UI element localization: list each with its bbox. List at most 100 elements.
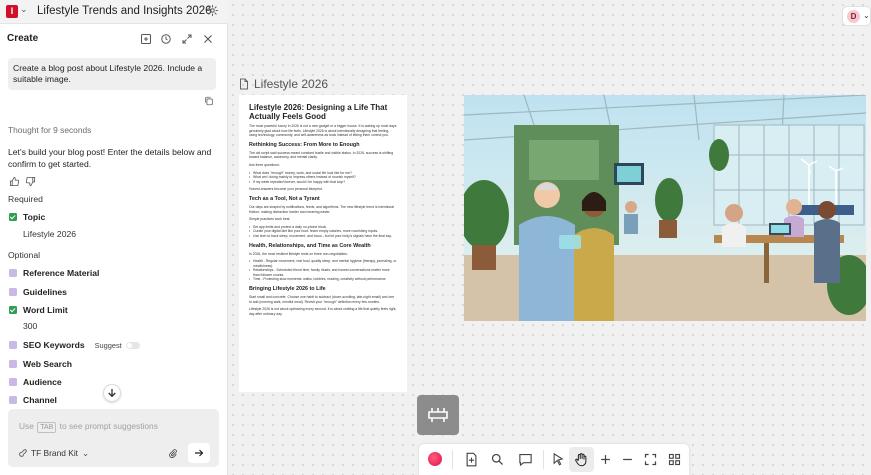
scroll-down-button[interactable] bbox=[103, 384, 121, 402]
channel-checkbox[interactable] bbox=[9, 396, 17, 404]
field-channel[interactable]: Channel bbox=[9, 394, 57, 406]
attach-icon[interactable] bbox=[168, 448, 178, 459]
page-icon bbox=[240, 78, 248, 90]
field-topic[interactable]: Topic bbox=[9, 211, 45, 223]
hand-icon bbox=[575, 453, 587, 467]
close-icon[interactable] bbox=[202, 33, 214, 45]
zoom-in-icon[interactable] bbox=[598, 452, 613, 467]
section-paragraph: Start small and concrete. Choose one hab… bbox=[249, 295, 395, 304]
audience-checkbox[interactable] bbox=[9, 378, 17, 386]
field-label: Web Search bbox=[23, 359, 73, 369]
bullet-list: Health - Regular movement, real food, qu… bbox=[249, 259, 397, 282]
fit-screen-icon[interactable] bbox=[643, 452, 658, 467]
top-bar: I ⌄ Lifestyle Trends and Insights 2026 bbox=[0, 0, 228, 24]
brand-kit-selector[interactable]: TF Brand Kit ⌄ bbox=[18, 448, 89, 458]
hand-tool-active[interactable] bbox=[569, 447, 594, 472]
gear-icon[interactable] bbox=[206, 4, 219, 17]
blog-image[interactable] bbox=[464, 95, 866, 321]
send-button[interactable] bbox=[188, 443, 210, 463]
web-search-checkbox[interactable] bbox=[9, 360, 17, 368]
list-item: Relationships - Scheduled friend time, f… bbox=[249, 268, 397, 277]
user-menu[interactable]: D ⌄ bbox=[842, 6, 871, 26]
search-icon[interactable] bbox=[490, 452, 505, 467]
thumbs-up-icon[interactable] bbox=[9, 176, 20, 187]
chevron-down-icon: ⌄ bbox=[863, 11, 870, 20]
arrow-right-icon bbox=[195, 449, 204, 457]
field-label: Topic bbox=[23, 212, 46, 222]
list-item: Use tech to track sleep, movement, and f… bbox=[249, 234, 397, 239]
new-chat-icon[interactable] bbox=[140, 33, 152, 45]
assistant-message: Let's build your blog post! Enter the de… bbox=[8, 147, 212, 169]
list-item: Health - Regular movement, real food, qu… bbox=[249, 259, 397, 268]
suggest-toggle[interactable] bbox=[125, 341, 140, 349]
comment-icon[interactable] bbox=[518, 452, 533, 467]
section-heading: Health, Relationships, and Time as Core … bbox=[249, 242, 371, 249]
history-icon[interactable] bbox=[160, 33, 172, 45]
suggest-label: Suggest bbox=[94, 340, 122, 350]
thumbs-down-icon[interactable] bbox=[25, 176, 36, 187]
expand-icon[interactable] bbox=[181, 33, 193, 45]
blog-article[interactable]: Lifestyle 2026: Designing a Life That Ac… bbox=[239, 95, 407, 392]
section-paragraph: The old script said success meant consta… bbox=[249, 150, 394, 160]
word-limit-value[interactable]: 300 bbox=[23, 321, 37, 331]
prompt-composer[interactable]: Use TAB to see prompt suggestions TF Bra… bbox=[8, 409, 219, 467]
article-intro: The most powerful luxury in 2026 is not … bbox=[249, 124, 397, 138]
article-title: Lifestyle 2026: Designing a Life That Ac… bbox=[249, 103, 388, 121]
arrow-down-icon bbox=[108, 389, 116, 398]
section-heading: Rethinking Success: From More to Enough bbox=[249, 141, 360, 148]
field-guidelines[interactable]: Guidelines bbox=[9, 286, 67, 298]
record-icon[interactable] bbox=[428, 452, 442, 466]
panel-title: Create bbox=[7, 33, 39, 44]
field-label: Reference Material bbox=[23, 268, 100, 278]
pointer-icon[interactable] bbox=[551, 452, 566, 467]
section-paragraph: Our days are shaped by notifications, fe… bbox=[249, 204, 394, 214]
page-title[interactable]: Lifestyle 2026 bbox=[239, 77, 328, 91]
section-heading: Tech as a Tool, Not a Tyrant bbox=[249, 195, 320, 202]
user-prompt-bubble: Create a blog post about Lifestyle 2026.… bbox=[8, 58, 216, 90]
section-paragraph: Ask three questions: bbox=[249, 162, 280, 167]
composer-placeholder[interactable]: Use TAB to see prompt suggestions bbox=[19, 421, 158, 433]
frame-tool-button[interactable] bbox=[417, 395, 459, 435]
copy-icon[interactable] bbox=[204, 96, 214, 106]
field-label: Guidelines bbox=[23, 287, 67, 297]
field-audience[interactable]: Audience bbox=[9, 376, 62, 388]
topic-value[interactable]: Lifestyle 2026 bbox=[23, 229, 76, 239]
brand-kit-label: TF Brand Kit bbox=[31, 448, 79, 458]
add-page-icon[interactable] bbox=[464, 452, 479, 467]
list-item: If my week repeated forever, would I be … bbox=[249, 180, 397, 185]
thought-duration[interactable]: Thought for 9 seconds bbox=[8, 125, 91, 135]
app-menu-chevron-icon[interactable]: ⌄ bbox=[20, 4, 28, 15]
section-paragraph: In 2026, the most resilient lifestyle re… bbox=[249, 251, 348, 256]
field-web-search[interactable]: Web Search bbox=[9, 358, 72, 370]
section-paragraph: Lifestyle 2026 is not about optimizing e… bbox=[249, 307, 397, 316]
app-logo[interactable]: I bbox=[6, 5, 18, 18]
tab-key-badge: TAB bbox=[37, 422, 57, 433]
field-word-limit[interactable]: Word Limit bbox=[9, 304, 68, 316]
section-closing: Honest answers become your personal blue… bbox=[249, 187, 323, 192]
toolbar-divider bbox=[452, 450, 453, 469]
field-seo-keywords[interactable]: SEO Keywords Suggest bbox=[9, 339, 140, 351]
reference-material-checkbox[interactable] bbox=[9, 269, 17, 277]
zoom-out-icon[interactable] bbox=[620, 452, 635, 467]
frame-icon bbox=[428, 408, 448, 422]
page-title-text: Lifestyle 2026 bbox=[254, 77, 329, 91]
create-panel: I ⌄ Lifestyle Trends and Insights 2026 C… bbox=[0, 0, 228, 475]
section-heading: Bringing Lifestyle 2026 to Life bbox=[249, 286, 326, 293]
field-reference-material[interactable]: Reference Material bbox=[9, 267, 99, 279]
office-illustration bbox=[464, 95, 866, 321]
field-label: Word Limit bbox=[23, 305, 68, 315]
topic-checkbox[interactable] bbox=[9, 213, 17, 221]
word-limit-checkbox[interactable] bbox=[9, 306, 17, 314]
hint-prefix: Use bbox=[19, 421, 34, 431]
hint-suffix: to see prompt suggestions bbox=[59, 421, 158, 431]
grid-icon[interactable] bbox=[667, 452, 682, 467]
canvas-toolbar bbox=[419, 444, 689, 475]
chevron-down-icon: ⌄ bbox=[82, 448, 90, 458]
document-title[interactable]: Lifestyle Trends and Insights 2026 bbox=[37, 5, 212, 17]
seo-keywords-checkbox[interactable] bbox=[9, 341, 17, 349]
optional-section-label: Optional bbox=[8, 250, 41, 260]
guidelines-checkbox[interactable] bbox=[9, 288, 17, 296]
bullet-list: What does "enough" money, work, and soci… bbox=[249, 171, 397, 185]
field-label: SEO Keywords bbox=[23, 340, 85, 350]
list-item: Time - Protecting slow moments: walks, h… bbox=[249, 277, 397, 282]
